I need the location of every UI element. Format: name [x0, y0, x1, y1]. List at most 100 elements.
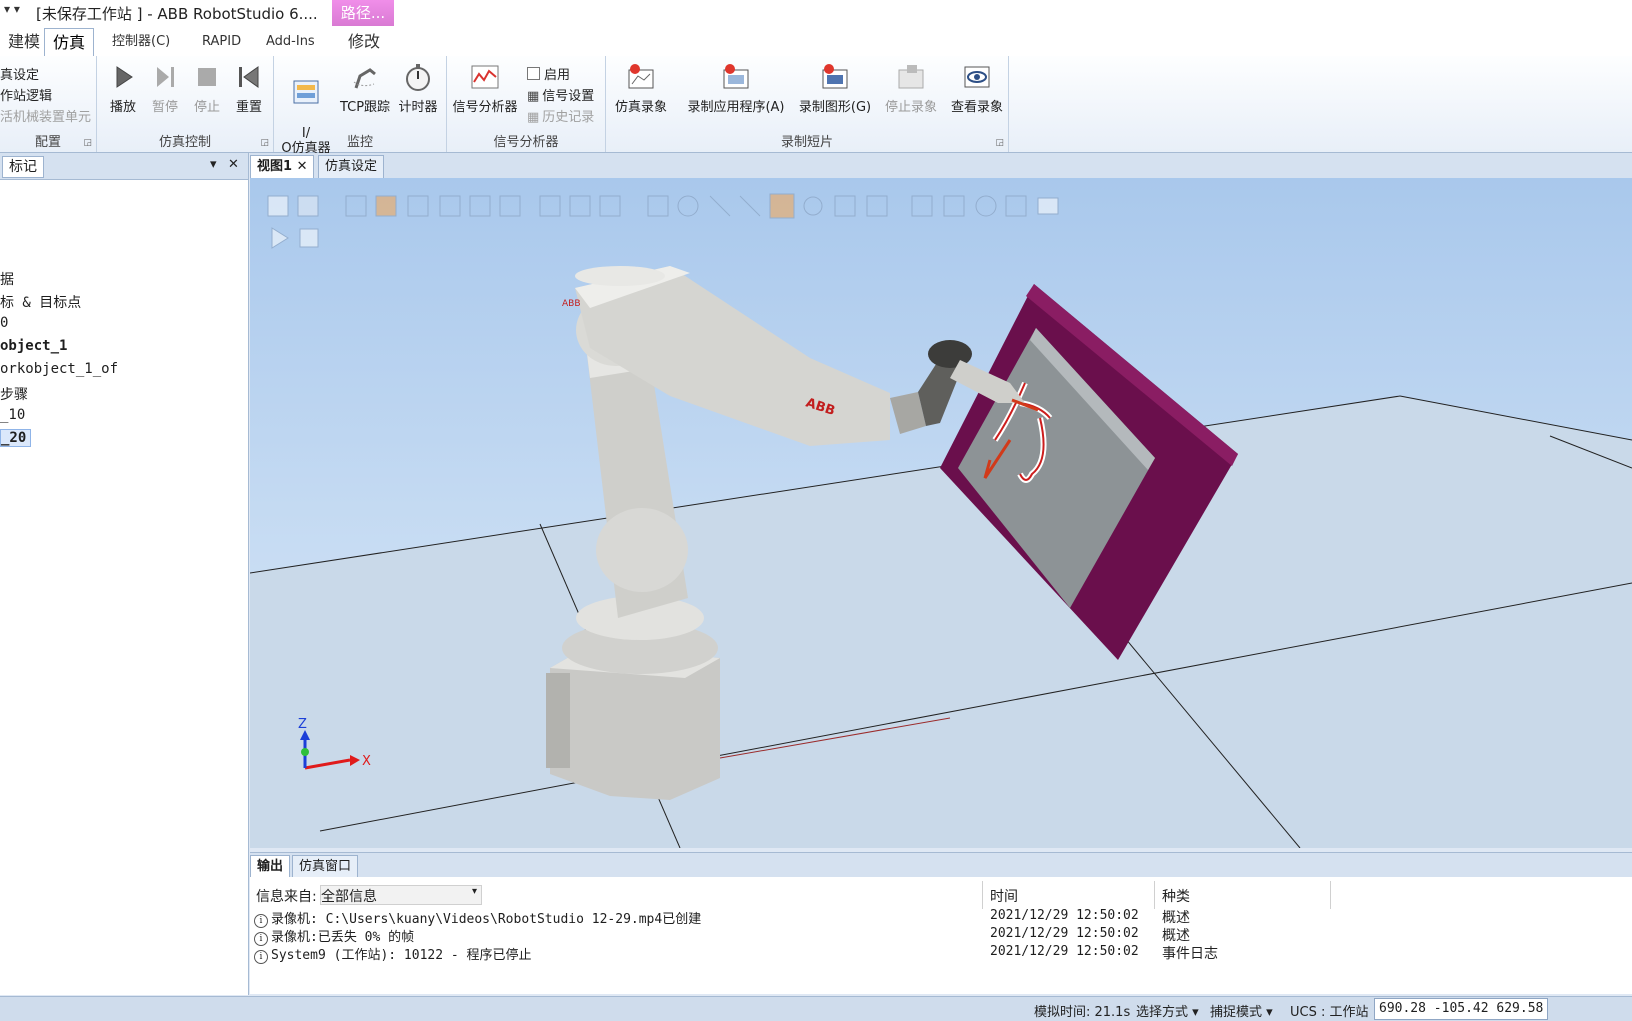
tab-sim-window[interactable]: 仿真窗口	[292, 855, 359, 878]
log-kind: 概述	[1162, 928, 1190, 944]
dialog-launcher-icon[interactable]: ◲	[260, 138, 269, 148]
group-label-sim-control: 仿真控制	[158, 135, 211, 150]
tree-item[interactable]: 标 & 目标点	[0, 292, 81, 312]
tab-addins[interactable]: Add-Ins	[258, 30, 323, 54]
reset-button[interactable]: 重置	[229, 62, 269, 115]
log-time: 2021/12/29 12:50:02	[990, 908, 1139, 923]
dialog-launcher-icon[interactable]: ◲	[83, 138, 92, 148]
log-kind: 事件日志	[1162, 946, 1218, 962]
io-simulator-icon	[293, 80, 319, 104]
tab-sim-settings[interactable]: 仿真设定	[318, 155, 385, 178]
tab-view1[interactable]: 视图1 ✕	[250, 155, 315, 178]
layout-panel: 标记 ▾ ✕ 据 标 & 目标点 0 object_1 orkobject_1_…	[0, 153, 249, 995]
log-kind: 概述	[1162, 910, 1190, 926]
axis-x-label: X	[362, 754, 371, 769]
record-app-button[interactable]: 录制应用程序(A)	[684, 62, 788, 115]
tree-item[interactable]: 步骤	[0, 384, 28, 404]
log-row[interactable]: i 录像机:已丢失 0% 的帧	[254, 926, 414, 946]
signal-history-button[interactable]: ▦ 历史记录	[527, 106, 594, 125]
signal-settings-label: 信号设置	[542, 89, 595, 104]
tab-rapid[interactable]: RAPID	[194, 30, 249, 54]
svg-text:ABB: ABB	[562, 299, 581, 309]
reset-label: 重置	[235, 100, 262, 115]
column-time[interactable]: 时间	[990, 886, 1018, 906]
record-app-icon	[723, 64, 749, 89]
play-icon	[116, 66, 133, 88]
stop-button[interactable]: 停止	[187, 62, 227, 115]
select-mode-dropdown[interactable]: 选择方式 ▾	[1136, 1001, 1199, 1020]
stop-record-icon	[898, 65, 924, 89]
title-bar: ▾ ▾ [未保存工作站 ] - ABB RobotStudio 6....	[0, 0, 1632, 26]
log-time: 2021/12/29 12:50:02	[990, 944, 1139, 959]
ucs-indicator[interactable]: UCS : 工作站	[1290, 1001, 1369, 1020]
filter-select[interactable]: 全部信息 ▾	[320, 885, 482, 905]
ribbon: 真设定 作站逻辑 活机械装置单元 配置 ◲ 播放 暂停 停止 重置 仿真控制 ◲…	[0, 56, 1632, 156]
log-message: System9 (工作站): 10122 - 程序已停止	[271, 948, 532, 963]
tree-item[interactable]: orkobject_1_of	[0, 361, 118, 377]
tcp-trace-label: TCP跟踪	[339, 100, 391, 115]
sim-time: 模拟时间: 21.1s	[1034, 1005, 1131, 1020]
tab-output[interactable]: 输出	[250, 855, 291, 878]
group-sim-control: 播放 暂停 停止 重置 仿真控制 ◲	[97, 56, 274, 152]
pause-button[interactable]: 暂停	[145, 62, 185, 115]
view-record-button[interactable]: 查看录象	[946, 62, 1008, 115]
config-station-logic[interactable]: 作站逻辑	[0, 85, 52, 104]
group-label-config: 配置	[34, 135, 61, 150]
column-kind[interactable]: 种类	[1162, 886, 1190, 906]
tab-modify[interactable]: 修改	[340, 30, 388, 54]
group-label-signal: 信号分析器	[493, 135, 559, 150]
chart-settings-icon: ▦	[527, 89, 540, 104]
log-row[interactable]: i System9 (工作站): 10122 - 程序已停止	[254, 944, 532, 964]
info-icon: i	[254, 950, 268, 964]
group-record: 仿真录象 录制应用程序(A) 录制图形(G) 停止录象 查看录象 录制短片 ◲	[606, 56, 1009, 152]
close-icon[interactable]: ✕	[297, 159, 308, 174]
scene: ABB ABB X Z	[250, 193, 1632, 848]
signal-analyzer-label: 信号分析器	[452, 100, 518, 115]
signal-settings-button[interactable]: ▦ 信号设置	[527, 85, 594, 104]
signal-analyzer-button[interactable]: 信号分析器	[449, 62, 521, 115]
timer-label: 计时器	[398, 100, 438, 115]
ribbon-tabs: 建模 仿真 控制器(C) RAPID Add-Ins 修改	[0, 26, 1632, 57]
log-row[interactable]: i 录像机: C:\Users\kuany\Videos\RobotStudio …	[254, 908, 701, 928]
tab-controller[interactable]: 控制器(C)	[104, 30, 178, 54]
group-config: 真设定 作站逻辑 活机械装置单元 配置 ◲	[0, 56, 97, 152]
tree-item-workobject[interactable]: object_1	[0, 338, 67, 354]
log-message: 录像机: C:\Users\kuany\Videos\RobotStudio 1…	[271, 912, 702, 927]
tree-item-selected[interactable]: _20	[0, 429, 32, 447]
tab-simulation[interactable]: 仿真	[44, 28, 95, 57]
group-label-record: 录制短片	[780, 135, 833, 150]
group-monitor: I/ O仿真器 TCP跟踪 计时器 监控	[274, 56, 447, 156]
play-label: 播放	[109, 100, 136, 115]
stop-label: 停止	[193, 100, 220, 115]
tree-item[interactable]: _10	[0, 407, 25, 423]
tab-markers[interactable]: 标记	[2, 156, 44, 178]
config-sim-setup[interactable]: 真设定	[0, 64, 39, 83]
panel-dropdown-icon[interactable]: ▾	[210, 157, 217, 172]
checkbox-icon	[527, 67, 540, 80]
snap-mode-dropdown[interactable]: 捕捉模式 ▾	[1210, 1001, 1273, 1020]
quick-access-arrows[interactable]: ▾ ▾	[4, 2, 20, 16]
sim-record-button[interactable]: 仿真录象	[610, 62, 672, 115]
pause-label: 暂停	[151, 100, 178, 115]
reset-icon	[239, 66, 259, 88]
3d-viewport[interactable]: ABB ABB X Z	[250, 178, 1632, 848]
record-graphics-button[interactable]: 录制图形(G)	[794, 62, 876, 115]
config-mechanism-unit[interactable]: 活机械装置单元	[0, 106, 91, 125]
stop-record-button[interactable]: 停止录象	[880, 62, 942, 115]
tree-item[interactable]: 据	[0, 269, 14, 289]
tcp-trace-button[interactable]: TCP跟踪	[338, 62, 392, 115]
signal-history-label: 历史记录	[542, 110, 595, 125]
play-button[interactable]: 播放	[103, 62, 143, 115]
timer-button[interactable]: 计时器	[394, 62, 442, 115]
tab-modeling[interactable]: 建模	[0, 30, 48, 54]
dialog-launcher-icon[interactable]: ◲	[995, 138, 1004, 148]
record-film-icon	[628, 64, 654, 89]
record-graphics-icon	[822, 64, 848, 89]
tree-item[interactable]: 0	[0, 315, 8, 331]
signal-enable-checkbox[interactable]: 启用	[527, 64, 570, 83]
log-message: 录像机:已丢失 0% 的帧	[271, 930, 415, 945]
robot-trace-icon	[353, 68, 376, 89]
close-icon[interactable]: ✕	[228, 157, 239, 172]
filter-label: 信息来自:	[256, 889, 317, 905]
sim-record-label: 仿真录象	[614, 100, 667, 115]
